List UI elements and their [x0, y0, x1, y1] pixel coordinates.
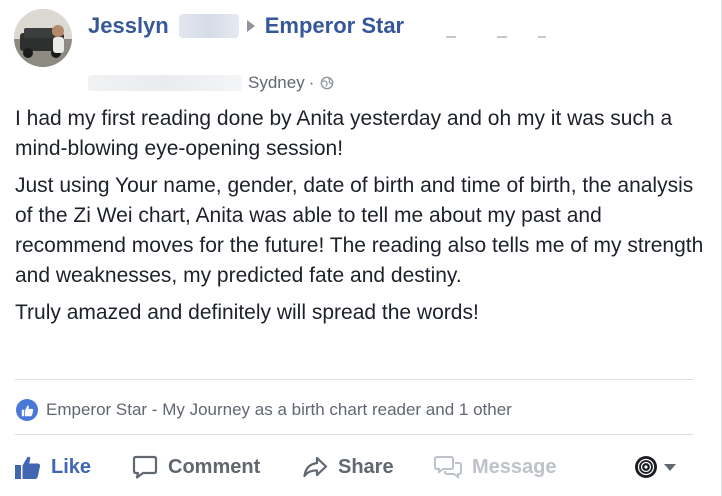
redacted-mark [446, 36, 456, 38]
post-paragraph: Truly amazed and definitely will spread … [15, 301, 479, 324]
post-body: I had my first reading done by Anita yes… [15, 104, 705, 335]
post-paragraph: I had my first reading done by Anita yes… [15, 107, 673, 160]
like-label: Like [51, 455, 92, 478]
reactions-summary[interactable]: Emperor Star - My Journey as a birth cha… [16, 398, 512, 422]
like-icon [16, 399, 38, 421]
location-link[interactable]: Sydney [248, 73, 305, 93]
messenger-bubbles-icon [434, 456, 462, 479]
author-avatar[interactable] [14, 9, 72, 67]
redacted-mark [538, 36, 546, 38]
comment-button[interactable]: Comment [132, 450, 260, 484]
profile-photo [14, 9, 72, 67]
redacted-timestamp [88, 75, 242, 91]
like-button[interactable]: Like [14, 450, 91, 484]
redacted-surname [178, 14, 239, 38]
post-meta: Sydney · [88, 72, 334, 94]
divider [15, 379, 693, 380]
comment-label: Comment [168, 455, 261, 478]
thumbs-up-icon [15, 456, 41, 479]
triangle-right-icon [246, 20, 255, 32]
target-page-link[interactable]: Emperor Star [265, 13, 404, 39]
author-name[interactable]: Jesslyn [88, 13, 169, 39]
page-avatar-icon [635, 456, 657, 478]
message-button[interactable]: Message [434, 450, 557, 484]
audience-selector[interactable] [634, 450, 676, 484]
action-bar: Like Comment Share Message [0, 450, 722, 484]
share-button[interactable]: Share [302, 450, 394, 484]
redacted-mark [497, 36, 507, 38]
divider [15, 434, 693, 435]
globe-icon[interactable] [320, 76, 334, 90]
post-header: Jesslyn Emperor Star [88, 12, 404, 40]
chevron-down-icon [664, 463, 676, 471]
share-arrow-icon [303, 456, 328, 478]
reactions-text[interactable]: Emperor Star - My Journey as a birth cha… [46, 400, 512, 420]
share-label: Share [338, 455, 394, 478]
speech-bubble-icon [132, 455, 158, 479]
post-paragraph: Just using Your name, gender, date of bi… [15, 174, 704, 287]
message-label: Message [472, 455, 557, 478]
meta-separator: · [308, 73, 315, 92]
